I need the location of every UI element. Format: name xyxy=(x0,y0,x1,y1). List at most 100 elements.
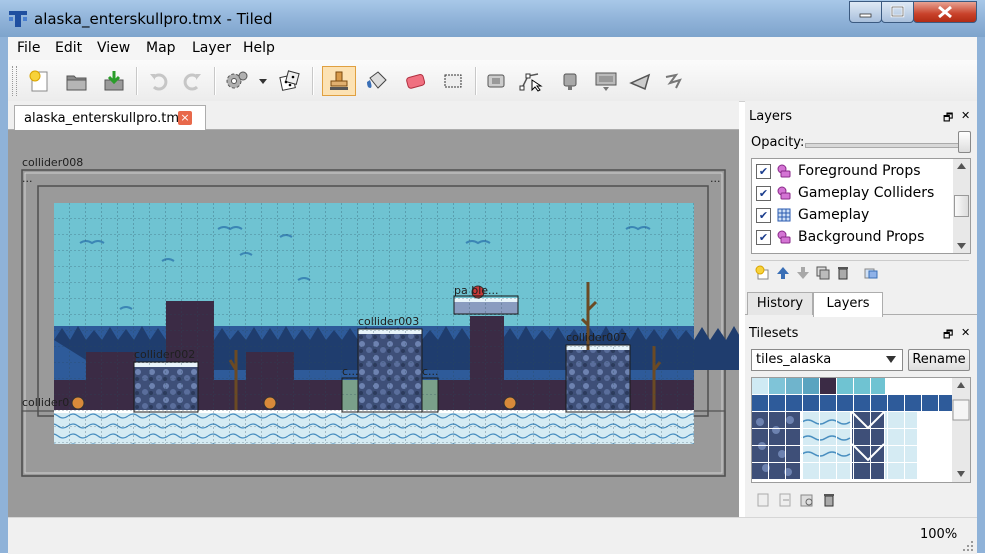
layer-visibility-checkbox[interactable]: ✔ xyxy=(756,164,771,179)
layer-buttons xyxy=(751,260,969,287)
tileset-view[interactable] xyxy=(751,377,971,483)
tileset-image[interactable] xyxy=(752,378,970,482)
insert-polyline-icon[interactable] xyxy=(663,68,689,94)
label-ellipsis-right: ... xyxy=(710,172,721,185)
label-collider0: collider0 xyxy=(22,396,69,409)
raise-layer-icon[interactable] xyxy=(775,265,791,281)
layer-list-scrollbar[interactable] xyxy=(953,159,970,253)
menu-map[interactable]: Map xyxy=(146,40,176,56)
layer-name: Gameplay Colliders xyxy=(798,185,935,201)
remove-tileset-icon[interactable] xyxy=(821,492,837,508)
edit-polygons-icon[interactable] xyxy=(518,68,544,94)
command-dropdown-icon[interactable] xyxy=(258,78,268,86)
menu-file[interactable]: File xyxy=(17,40,40,56)
window-title: alaska_enterskullpro.tmx - Tiled xyxy=(34,10,273,28)
close-icon[interactable]: ✕ xyxy=(961,326,970,339)
tileset-dropdown[interactable]: tiles_alaska xyxy=(751,349,903,371)
edit-tileset-icon[interactable] xyxy=(799,492,815,508)
rect-select-icon[interactable] xyxy=(440,68,466,94)
close-icon[interactable]: ✕ xyxy=(961,109,970,122)
object-layer-icon xyxy=(777,230,791,244)
float-icon[interactable]: 🗗 xyxy=(943,326,953,345)
menu-view[interactable]: View xyxy=(97,40,130,56)
minimize-icon xyxy=(859,13,872,18)
tileset-scrollbar[interactable] xyxy=(952,378,970,482)
random-mode-icon[interactable] xyxy=(276,68,302,94)
close-window-button[interactable] xyxy=(913,1,977,23)
opacity-label: Opacity: xyxy=(751,135,805,150)
label-collider007: collider007 xyxy=(566,331,627,344)
toolbar-separator xyxy=(214,67,216,95)
insert-polygon-icon[interactable] xyxy=(628,68,654,94)
resize-grip-icon[interactable] xyxy=(962,540,974,552)
tab-layers[interactable]: Layers xyxy=(813,292,883,317)
scroll-down-icon[interactable] xyxy=(957,243,966,249)
layer-row-gameplay-colliders[interactable]: ✔ Gameplay Colliders xyxy=(752,182,952,204)
open-file-icon[interactable] xyxy=(64,68,90,94)
menu-layer[interactable]: Layer xyxy=(192,40,231,56)
menu-help[interactable]: Help xyxy=(243,40,275,56)
chevron-down-icon xyxy=(886,356,896,363)
layer-visibility-checkbox[interactable]: ✔ xyxy=(756,208,771,223)
right-dock: Layers 🗗 ✕ Opacity: ✔ Foreground Props ✔… xyxy=(745,101,977,517)
import-tileset-icon[interactable] xyxy=(777,492,793,508)
delete-layer-icon[interactable] xyxy=(835,265,851,281)
layers-dock-header: Layers 🗗 ✕ xyxy=(745,103,977,129)
layer-visibility-icon[interactable] xyxy=(863,265,879,281)
redo-icon[interactable] xyxy=(179,68,205,94)
save-icon[interactable] xyxy=(101,68,127,94)
minimize-button[interactable] xyxy=(849,1,882,23)
layers-dock-title: Layers xyxy=(749,109,793,124)
object-layer-icon xyxy=(777,164,791,178)
document-tabs: alaska_enterskullpro.tmx × xyxy=(8,101,739,131)
tileset-buttons xyxy=(751,487,969,513)
tile-row-1 xyxy=(752,378,885,394)
layer-name: Background Props xyxy=(798,229,925,245)
zoom-level[interactable]: 100% xyxy=(920,527,957,542)
layer-name: Foreground Props xyxy=(798,163,921,179)
scroll-up-icon[interactable] xyxy=(957,163,966,169)
new-tileset-icon[interactable] xyxy=(755,492,771,508)
toolbar-grip[interactable] xyxy=(12,66,17,96)
tile-layer-icon xyxy=(777,208,791,222)
opacity-slider-handle[interactable] xyxy=(958,131,971,153)
tab-label: alaska_enterskullpro.tmx xyxy=(24,111,187,126)
new-map-icon[interactable] xyxy=(26,68,52,94)
tab-alaska-enterskullpro[interactable]: alaska_enterskullpro.tmx × xyxy=(14,105,206,131)
lower-layer-icon[interactable] xyxy=(795,265,811,281)
insert-image-icon[interactable] xyxy=(593,68,619,94)
add-layer-icon[interactable] xyxy=(755,265,771,281)
map-view[interactable]: collider008 ... ... collider002 collider… xyxy=(8,130,739,517)
layer-row-background-props[interactable]: ✔ Background Props xyxy=(752,226,952,248)
stamp-brush-button[interactable] xyxy=(322,66,356,96)
rename-button[interactable]: Rename xyxy=(908,349,970,371)
label-c-left: c... xyxy=(342,365,359,378)
main-toolbar xyxy=(8,60,977,102)
undo-icon[interactable] xyxy=(146,68,172,94)
tab-history[interactable]: History xyxy=(747,292,813,315)
status-bar: 100% xyxy=(8,517,977,554)
scroll-thumb[interactable] xyxy=(954,195,969,217)
map-canvas[interactable]: collider008 ... ... collider002 collider… xyxy=(8,130,739,517)
commands-icon[interactable] xyxy=(224,68,250,94)
title-bar: alaska_enterskullpro.tmx - Tiled xyxy=(0,0,985,38)
toolbar-separator xyxy=(136,67,138,95)
layer-row-gameplay[interactable]: ✔ Gameplay xyxy=(752,204,952,226)
layer-row-foreground-props[interactable]: ✔ Foreground Props xyxy=(752,160,952,182)
stamp-brush-icon xyxy=(330,71,348,90)
select-objects-icon[interactable] xyxy=(484,68,510,94)
tab-close-icon[interactable]: × xyxy=(178,111,192,125)
bucket-fill-icon[interactable] xyxy=(364,68,390,94)
float-icon[interactable]: 🗗 xyxy=(943,109,953,128)
duplicate-layer-icon[interactable] xyxy=(815,265,831,281)
menu-edit[interactable]: Edit xyxy=(55,40,82,56)
insert-rectangle-icon[interactable] xyxy=(557,68,583,94)
opacity-slider[interactable] xyxy=(805,143,971,148)
tiled-app-icon xyxy=(9,11,27,27)
tilesets-dock-title: Tilesets xyxy=(749,326,799,341)
layer-visibility-checkbox[interactable]: ✔ xyxy=(756,230,771,245)
maximize-button[interactable] xyxy=(881,1,914,23)
layer-visibility-checkbox[interactable]: ✔ xyxy=(756,186,771,201)
eraser-icon[interactable] xyxy=(402,68,428,94)
layer-name: Gameplay xyxy=(798,207,870,223)
